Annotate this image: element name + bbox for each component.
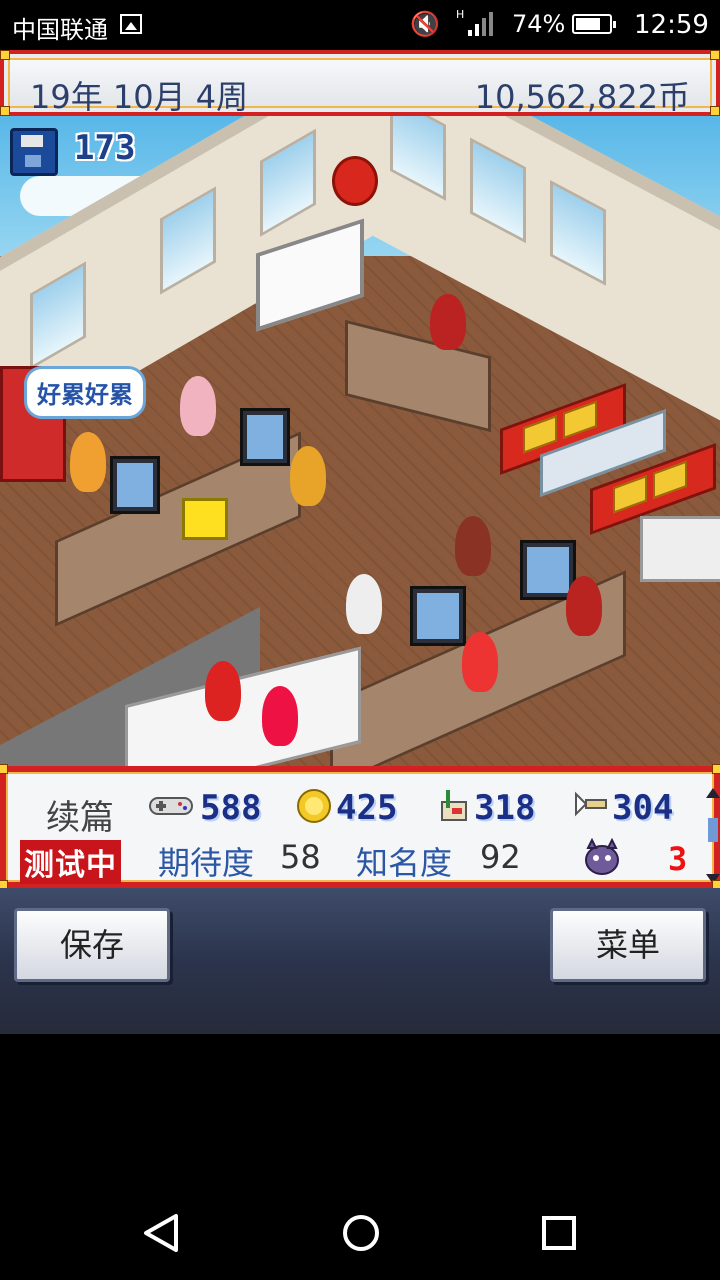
stat-sound-value: 304 (612, 788, 674, 828)
staff-character[interactable] (462, 632, 498, 692)
save-count-value: 173 (74, 128, 136, 168)
computer-monitor (110, 456, 160, 514)
bottom-button-bar: 保存 菜单 (0, 888, 720, 1034)
home-icon[interactable] (340, 1212, 382, 1254)
shelf (640, 516, 720, 582)
money-amount: 10,562,822币 (474, 78, 690, 116)
cushion (613, 475, 647, 514)
date-money-bar: 19年 10月 4周 10,562,822币 (0, 50, 720, 116)
corner-rivet (712, 764, 720, 774)
window (260, 128, 316, 237)
computer-monitor (240, 408, 290, 466)
scroll-up-icon[interactable] (706, 788, 720, 798)
panel-scrollbar[interactable] (706, 788, 720, 884)
cushion (523, 415, 557, 454)
fame-value: 92 (480, 838, 521, 876)
coin-icon (297, 789, 331, 823)
window (160, 186, 216, 295)
bug-count: 3 (668, 840, 688, 878)
game-date: 19年 10月 4周 (30, 78, 249, 116)
window (550, 180, 606, 286)
stat-graphics-value: 318 (474, 788, 536, 828)
gamepad-icon (149, 797, 193, 815)
staff-character[interactable] (70, 432, 106, 492)
floppy-disk-icon (10, 128, 58, 176)
stat-graphics: 318 (436, 788, 566, 832)
staff-character[interactable] (290, 446, 326, 506)
expectation-label: 期待度 (158, 844, 255, 882)
staff-character[interactable] (262, 686, 298, 746)
battery-fill (576, 18, 600, 30)
signal-icon: H (456, 8, 493, 36)
clock: 12:59 (634, 10, 709, 40)
staff-character[interactable] (180, 376, 216, 436)
speech-bubble: 好累好累 (24, 366, 146, 419)
cushion (563, 400, 597, 439)
back-icon[interactable] (140, 1212, 182, 1254)
corner-rivet (710, 50, 720, 60)
office-game-view[interactable]: 173 好累好累 (0, 116, 720, 766)
corner-rivet (710, 106, 720, 116)
recents-icon[interactable] (540, 1214, 578, 1252)
project-status-badge: 测试中 (20, 840, 121, 884)
stat-creativity-value: 425 (336, 788, 398, 828)
corner-rivet (0, 106, 10, 116)
staff-character[interactable] (346, 574, 382, 634)
yellow-block (182, 498, 228, 540)
bug-monster-icon (585, 838, 619, 875)
speech-bubble-text: 好累好累 (37, 381, 133, 409)
sound-icon (575, 791, 607, 817)
staff-character[interactable] (455, 516, 491, 576)
project-info-panel-inner: 续篇 测试中 588 425 318 304 期待度 58 知名度 92 3 (6, 772, 720, 884)
project-info-panel[interactable]: 续篇 测试中 588 425 318 304 期待度 58 知名度 92 3 (0, 764, 720, 890)
staff-character[interactable] (205, 661, 241, 721)
image-icon (120, 14, 142, 34)
scroll-thumb[interactable] (708, 818, 718, 842)
red-lantern (332, 156, 378, 206)
android-nav-bar (0, 1180, 720, 1280)
stat-fun: 588 (148, 788, 288, 832)
project-title: 续篇 (46, 798, 114, 838)
carrier-name: 中国联通 (12, 16, 108, 44)
window (30, 261, 86, 370)
battery-icon (572, 14, 616, 34)
staff-character[interactable] (566, 576, 602, 636)
svg-text:H: H (456, 8, 464, 21)
save-button[interactable]: 保存 (14, 908, 170, 982)
cushion (653, 460, 687, 499)
fame-label: 知名度 (356, 844, 453, 882)
battery-percent: 74% (512, 10, 566, 38)
expectation-value: 58 (280, 838, 321, 876)
computer-monitor (410, 586, 466, 646)
status-bar: 中国联通 🔇 H 74% 12:59 (0, 0, 720, 50)
corner-rivet (0, 50, 10, 60)
stat-creativity: 425 (296, 788, 416, 832)
date-money-bar-inner: 19年 10月 4周 10,562,822币 (8, 58, 712, 116)
window (470, 137, 526, 244)
window (390, 116, 446, 201)
stat-sound: 304 (574, 788, 704, 832)
paint-icon (441, 790, 467, 821)
president-character[interactable] (430, 294, 466, 350)
stat-fun-value: 588 (200, 788, 262, 828)
corner-rivet (0, 764, 8, 774)
menu-button[interactable]: 菜单 (550, 908, 706, 982)
mute-icon: 🔇 (410, 10, 440, 38)
